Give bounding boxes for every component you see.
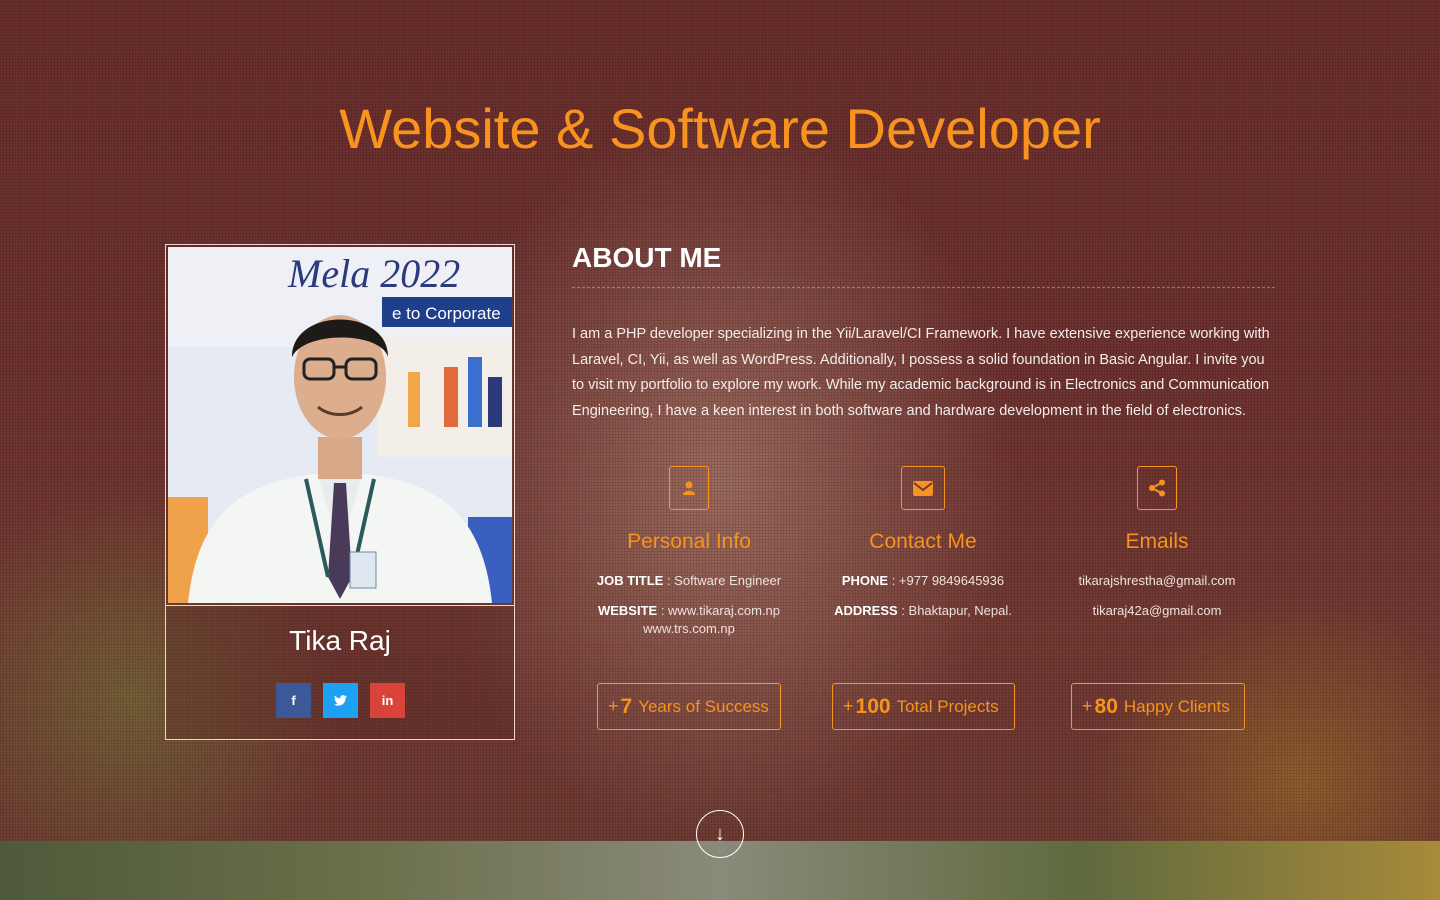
contact-column: Contact Me PHONE : +977 9849645936 ADDRE… — [793, 466, 1053, 632]
website-row: WEBSITE : www.tikaraj.com.np www.trs.com… — [559, 602, 819, 638]
stat-number: 7 — [620, 694, 633, 718]
stat-label: Years of Success — [638, 696, 769, 716]
stat-years: + 7 Years of Success — [597, 683, 781, 730]
about-heading: ABOUT ME — [572, 242, 722, 273]
job-title-row: JOB TITLE : Software Engineer — [559, 572, 819, 590]
profile-photo: Mela 2022 e to Corporate — [168, 247, 512, 603]
stat-plus: + — [843, 696, 854, 716]
share-icon — [1137, 466, 1177, 510]
job-title-value: : Software Engineer — [663, 573, 782, 588]
about-text: I am a PHP developer specializing in the… — [572, 326, 1270, 419]
stat-plus: + — [608, 696, 619, 716]
email-2[interactable]: tikaraj42a@gmail.com — [1027, 602, 1287, 620]
envelope-icon — [901, 466, 945, 510]
profile-name: Tika Raj — [289, 625, 391, 656]
banner-subtext: e to Corporate — [392, 304, 501, 323]
stat-number: 80 — [1094, 694, 1118, 718]
personal-info-title: Personal Info — [627, 530, 751, 553]
social-links: f in — [276, 683, 405, 718]
stat-clients: + 80 Happy Clients — [1071, 683, 1245, 730]
about-divider — [572, 287, 1275, 288]
website-label: WEBSITE — [597, 603, 658, 618]
address-value: : Bhaktapur, Nepal. — [897, 603, 1012, 618]
stat-plus: + — [1082, 696, 1093, 716]
linkedin-button[interactable]: in — [370, 683, 405, 718]
emails-title: Emails — [1125, 530, 1189, 553]
stat-label: Happy Clients — [1123, 696, 1230, 716]
twitter-button[interactable] — [323, 683, 358, 718]
scroll-down-button[interactable]: ↓ — [696, 810, 744, 858]
profile-card: Mela 2022 e to Corporate Tika Raj f in — [165, 244, 515, 740]
stat-projects: + 100 Total Projects — [832, 683, 1015, 730]
phone-row: PHONE : +977 9849645936 — [793, 572, 1053, 590]
hero-title: Website & Software Developer — [339, 97, 1101, 160]
profile-photo-illustration: Mela 2022 e to Corporate — [168, 247, 512, 603]
address-row: ADDRESS : Bhaktapur, Nepal. — [793, 602, 1053, 620]
stat-label: Total Projects — [896, 696, 999, 716]
job-title-label: JOB TITLE — [596, 573, 664, 588]
contact-title: Contact Me — [869, 530, 977, 553]
banner-text: Mela 2022 — [287, 251, 460, 296]
website-value[interactable]: : www.tikaraj.com.np — [657, 603, 780, 618]
user-icon — [669, 466, 709, 510]
photo-divider — [166, 605, 514, 606]
personal-info-column: Personal Info JOB TITLE : Software Engin… — [559, 466, 819, 650]
linkedin-icon: in — [381, 693, 394, 708]
facebook-button[interactable]: f — [276, 683, 311, 718]
email-1[interactable]: tikarajshrestha@gmail.com — [1027, 572, 1287, 590]
address-label: ADDRESS — [834, 603, 898, 618]
phone-label: PHONE — [841, 573, 889, 588]
website-value-2[interactable]: www.trs.com.np — [643, 621, 735, 636]
emails-column: Emails tikarajshrestha@gmail.com tikaraj… — [1027, 466, 1287, 632]
phone-value: : +977 9849645936 — [888, 573, 1005, 588]
twitter-icon — [334, 695, 347, 706]
stat-number: 100 — [855, 694, 891, 718]
arrow-down-icon: ↓ — [715, 822, 725, 845]
facebook-icon: f — [291, 693, 296, 708]
